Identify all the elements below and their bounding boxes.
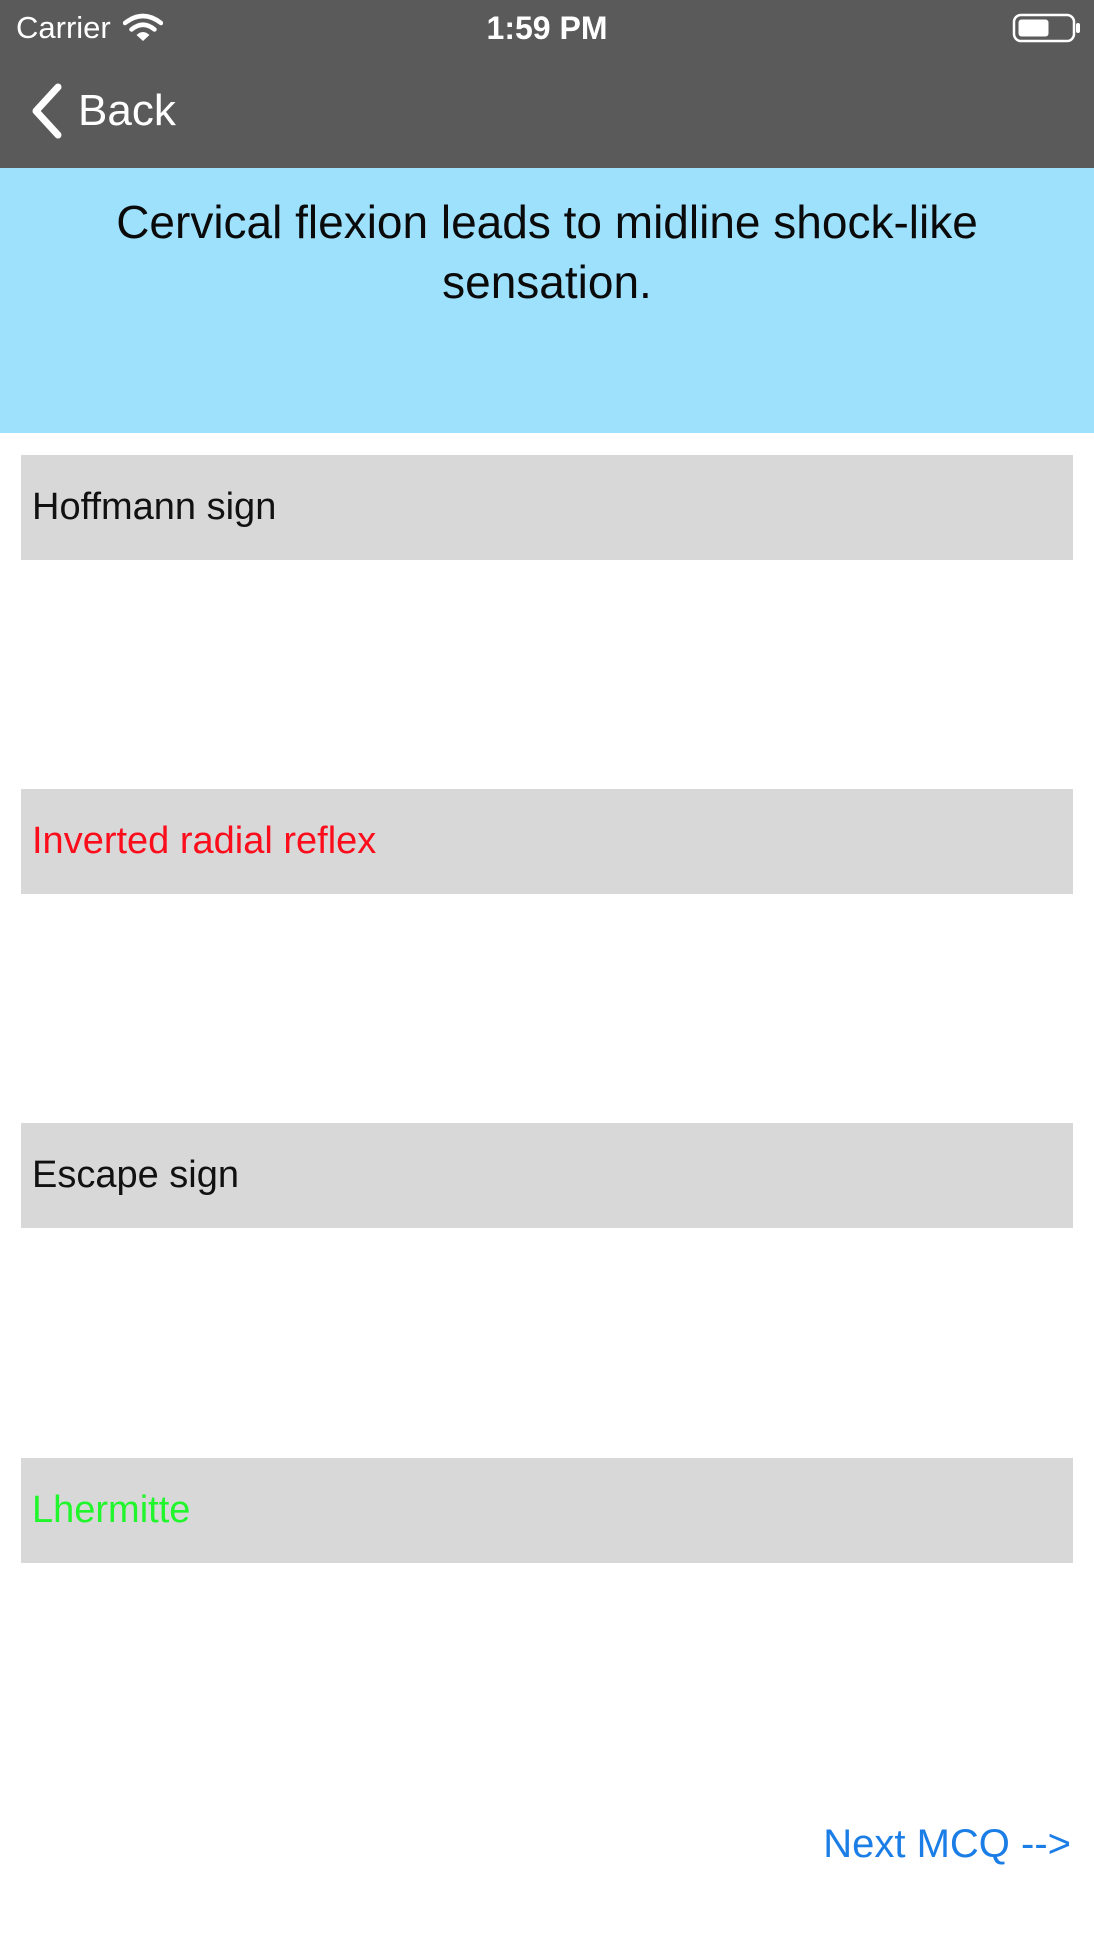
mcq-screen: Carrier 1:59 PM Back Cervical flexion le…	[0, 0, 1094, 1945]
answer-option-label: Escape sign	[32, 1154, 240, 1196]
answer-option-label: Hoffmann sign	[32, 486, 277, 528]
back-button[interactable]: Back	[28, 78, 176, 144]
status-time: 1:59 PM	[486, 10, 608, 46]
chevron-left-icon	[32, 83, 62, 139]
answer-option-3[interactable]: Escape sign	[21, 1123, 1073, 1228]
answer-option-4[interactable]: Lhermitte	[21, 1458, 1073, 1563]
navigation-bar: Carrier 1:59 PM Back	[0, 0, 1094, 168]
answer-option-label: Lhermitte	[32, 1489, 191, 1531]
next-mcq-link[interactable]: Next MCQ -->	[823, 1816, 1071, 1872]
battery-icon	[1012, 13, 1080, 43]
back-label: Back	[78, 86, 176, 135]
question-text: Cervical flexion leads to midline shock-…	[116, 196, 978, 308]
answer-option-label: Inverted radial reflex	[32, 820, 377, 862]
answer-option-2[interactable]: Inverted radial reflex	[21, 789, 1073, 894]
question-banner: Cervical flexion leads to midline shock-…	[0, 168, 1094, 433]
answer-option-1[interactable]: Hoffmann sign	[21, 455, 1073, 560]
